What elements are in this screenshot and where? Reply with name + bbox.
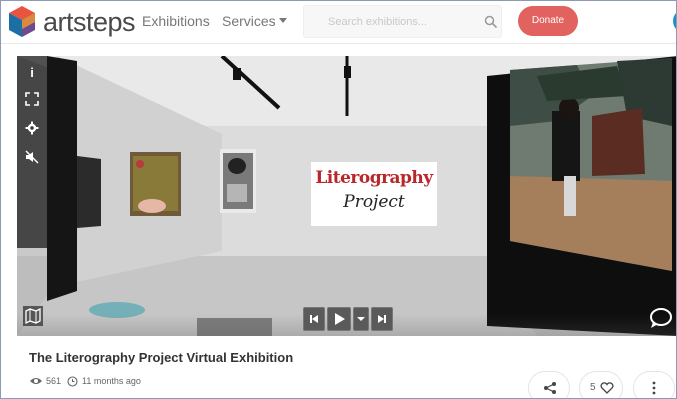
search-box xyxy=(303,5,502,38)
more-vertical-icon xyxy=(652,381,656,395)
chevron-down-icon[interactable] xyxy=(279,18,287,23)
search-input[interactable] xyxy=(304,6,474,37)
skip-forward-icon[interactable] xyxy=(371,307,393,331)
viewer-toolbar: i xyxy=(17,56,47,248)
heart-icon xyxy=(600,382,614,394)
fullscreen-icon[interactable] xyxy=(23,92,41,110)
fullscreen-icon-glyph xyxy=(25,92,39,106)
chevron-down-glyph xyxy=(357,317,365,321)
brand-name: artsteps xyxy=(43,7,136,37)
mute-icon-glyph xyxy=(25,150,39,164)
banner-line-1: Literography xyxy=(315,168,433,188)
like-count: 5 xyxy=(590,382,596,393)
play-glyph xyxy=(335,313,345,325)
share-button[interactable] xyxy=(528,371,570,398)
mute-icon[interactable] xyxy=(23,150,41,168)
play-icon[interactable] xyxy=(327,307,351,331)
logo-cube-icon xyxy=(9,6,35,37)
map-icon[interactable] xyxy=(22,305,44,327)
artwork-banner[interactable]: Literography Project xyxy=(311,162,437,226)
skip-forward-glyph xyxy=(378,315,386,323)
artsteps-logo[interactable]: artsteps xyxy=(7,5,137,39)
search-icon[interactable] xyxy=(484,15,498,29)
share-icon xyxy=(544,382,556,394)
top-navigation: artsteps Exhibitions Services Donate xyxy=(1,1,676,44)
exhibition-title[interactable]: The Literography Project Virtual Exhibit… xyxy=(29,350,293,365)
more-options-button[interactable] xyxy=(633,371,675,398)
gear-icon-glyph xyxy=(25,121,39,135)
exhibition-3d-viewer[interactable]: Literography Project i xyxy=(17,56,676,336)
posted-time: 11 months ago xyxy=(82,376,141,386)
nav-services-menu[interactable]: Services xyxy=(222,13,276,29)
info-icon[interactable]: i xyxy=(23,64,41,82)
gear-icon[interactable] xyxy=(23,121,41,139)
avatar[interactable] xyxy=(673,9,676,33)
donate-button[interactable]: Donate xyxy=(518,6,578,36)
eye-icon xyxy=(30,378,42,384)
clock-icon xyxy=(67,376,78,387)
view-count: 561 xyxy=(46,376,62,386)
browser-frame: artsteps Exhibitions Services Donate xyxy=(0,0,677,399)
skip-back-glyph xyxy=(310,315,318,323)
chat-icon[interactable] xyxy=(647,305,675,331)
banner-line-2: Project xyxy=(343,192,405,212)
like-button[interactable]: 5 xyxy=(579,371,623,398)
nav-exhibitions-link[interactable]: Exhibitions xyxy=(142,13,210,29)
skip-back-icon[interactable] xyxy=(303,307,325,331)
chevron-down-icon[interactable] xyxy=(353,307,369,331)
